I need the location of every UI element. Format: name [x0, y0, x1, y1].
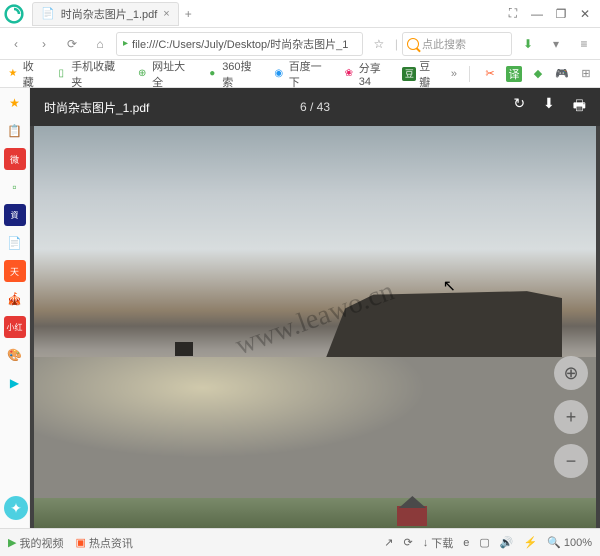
- pdf-page-indicator[interactable]: 6 / 43: [300, 100, 330, 114]
- sb-app-7[interactable]: ▶: [4, 372, 26, 394]
- assistant-button[interactable]: ✦: [4, 496, 28, 520]
- close-window-icon[interactable]: ✕: [574, 3, 596, 25]
- sidebar: ★ 📋 微 ▫ 資 📄 天 🎪 小红 🎨 ▶: [0, 88, 30, 528]
- image-ship: [175, 342, 193, 356]
- sb-refresh-icon[interactable]: ⟳: [404, 536, 413, 549]
- search-icon: [407, 38, 419, 50]
- search-box[interactable]: 点此搜索: [402, 32, 512, 56]
- bm-360[interactable]: ●360搜索: [205, 58, 262, 90]
- sb-star-icon[interactable]: ★: [4, 92, 26, 114]
- search-placeholder: 点此搜索: [422, 36, 466, 52]
- sb-download[interactable]: ↓下载: [423, 535, 454, 551]
- sb-zoom[interactable]: 🔍100%: [547, 536, 592, 549]
- sb-green-icon[interactable]: ▫: [4, 176, 26, 198]
- globe-icon: ⊕: [135, 67, 149, 81]
- address-bar[interactable]: ▸ file:///C:/Users/July/Desktop/时尚杂志图片_1: [116, 32, 363, 56]
- sb-app-1[interactable]: 📋: [4, 120, 26, 142]
- sb-window-icon[interactable]: ▢: [479, 536, 489, 549]
- divider: |: [395, 37, 398, 51]
- pdf-next-page-peek: [34, 498, 596, 528]
- sb-app-2[interactable]: 資: [4, 204, 26, 226]
- game-icon[interactable]: 🎮: [554, 66, 570, 82]
- home-button[interactable]: ⌂: [88, 32, 112, 56]
- bm-favorites[interactable]: ★收藏: [6, 58, 44, 90]
- file-icon: 📄: [41, 7, 55, 20]
- shield-icon[interactable]: ◆: [530, 66, 546, 82]
- more-bookmarks-icon[interactable]: »: [451, 68, 457, 80]
- extension-icon[interactable]: ⬇: [516, 32, 540, 56]
- browser-tab[interactable]: 📄 时尚杂志图片_1.pdf ×: [32, 2, 179, 26]
- share-icon: ❀: [342, 67, 356, 81]
- bm-share[interactable]: ❀分享34: [342, 60, 392, 88]
- sb-speaker-icon[interactable]: 🔊: [500, 536, 514, 549]
- 360-icon: ●: [205, 67, 219, 81]
- douban-icon: 豆: [402, 67, 416, 81]
- sb-news[interactable]: ▣热点资讯: [75, 535, 132, 551]
- bookmark-star-icon[interactable]: ☆: [367, 32, 391, 56]
- rotate-icon[interactable]: ↻: [513, 95, 525, 119]
- sb-arrow-icon[interactable]: ↗: [384, 536, 393, 549]
- fit-button[interactable]: ⊕: [554, 356, 588, 390]
- sb-doc-icon[interactable]: 📄: [4, 232, 26, 254]
- close-tab-icon[interactable]: ×: [163, 8, 169, 20]
- menu-icon[interactable]: ≡: [572, 32, 596, 56]
- back-button[interactable]: ‹: [4, 32, 28, 56]
- sb-app-5[interactable]: 小红: [4, 316, 26, 338]
- zoom-in-button[interactable]: +: [554, 400, 588, 434]
- sb-weibo-icon[interactable]: 微: [4, 148, 26, 170]
- apps-icon[interactable]: ⊞: [578, 66, 594, 82]
- expand-icon[interactable]: ⛶: [502, 3, 524, 25]
- phone-icon: ▯: [54, 67, 68, 81]
- restore-icon[interactable]: ❐: [550, 3, 572, 25]
- bm-mobile[interactable]: ▯手机收藏夹: [54, 58, 125, 90]
- fire-icon: ▣: [75, 536, 85, 549]
- secure-icon: ▸: [123, 38, 128, 49]
- cursor-icon: ↖: [443, 276, 456, 296]
- bookmarks-bar: ★收藏 ▯手机收藏夹 ⊕网址大全 ●360搜索 ◉百度一下 ❀分享34 豆豆瓣 …: [0, 60, 600, 88]
- tab-title: 时尚杂志图片_1.pdf: [61, 6, 158, 22]
- pdf-toolbar: 时尚杂志图片_1.pdf 6 / 43 ↻ ⬇ 🖶: [30, 88, 600, 126]
- zoom-out-button[interactable]: −: [554, 444, 588, 478]
- print-icon[interactable]: 🖶: [573, 95, 586, 119]
- sb-e-icon[interactable]: e: [463, 537, 469, 549]
- image-mountain: [326, 288, 562, 357]
- download-small-icon: ↓: [423, 537, 429, 549]
- pdf-viewer: 时尚杂志图片_1.pdf 6 / 43 ↻ ⬇ 🖶 ↖ www.leawo.cn…: [30, 88, 600, 528]
- sb-video[interactable]: ▶我的视频: [8, 535, 63, 551]
- bm-sites[interactable]: ⊕网址大全: [135, 58, 195, 90]
- scissors-icon[interactable]: ✂: [482, 66, 498, 82]
- url-text: file:///C:/Users/July/Desktop/时尚杂志图片_1: [132, 36, 348, 52]
- sb-app-3[interactable]: 天: [4, 260, 26, 282]
- play-icon: ▶: [8, 536, 16, 549]
- pdf-filename: 时尚杂志图片_1.pdf: [44, 99, 149, 116]
- pdf-page-image: ↖ www.leawo.cn: [34, 126, 596, 511]
- dropdown-icon[interactable]: ▾: [544, 32, 568, 56]
- bm-baidu[interactable]: ◉百度一下: [272, 58, 332, 90]
- translate-icon[interactable]: 译: [506, 66, 522, 82]
- sb-app-6[interactable]: 🎨: [4, 344, 26, 366]
- image-house: [397, 506, 427, 526]
- new-tab-button[interactable]: +: [185, 7, 192, 21]
- content-area: ★ 📋 微 ▫ 資 📄 天 🎪 小红 🎨 ▶ 时尚杂志图片_1.pdf 6 / …: [0, 88, 600, 528]
- status-bar: ▶我的视频 ▣热点资讯 ↗ ⟳ ↓下载 e ▢ 🔊 ⚡ 🔍100%: [0, 528, 600, 556]
- title-bar: 📄 时尚杂志图片_1.pdf × + ⛶ — ❐ ✕: [0, 0, 600, 28]
- image-ice: [34, 357, 596, 511]
- sb-speed-icon[interactable]: ⚡: [523, 536, 537, 549]
- browser-logo: [0, 0, 28, 28]
- baidu-icon: ◉: [272, 67, 286, 81]
- star-icon: ★: [6, 67, 20, 81]
- zoom-controls: ⊕ + −: [554, 356, 588, 478]
- zoom-icon: 🔍: [547, 536, 561, 549]
- separator: [469, 66, 470, 82]
- nav-bar: ‹ › ⟳ ⌂ ▸ file:///C:/Users/July/Desktop/…: [0, 28, 600, 60]
- bm-douban[interactable]: 豆豆瓣: [402, 58, 440, 90]
- forward-button[interactable]: ›: [32, 32, 56, 56]
- download-icon[interactable]: ⬇: [543, 95, 555, 119]
- sb-app-4[interactable]: 🎪: [4, 288, 26, 310]
- minimize-icon[interactable]: —: [526, 3, 548, 25]
- reload-button[interactable]: ⟳: [60, 32, 84, 56]
